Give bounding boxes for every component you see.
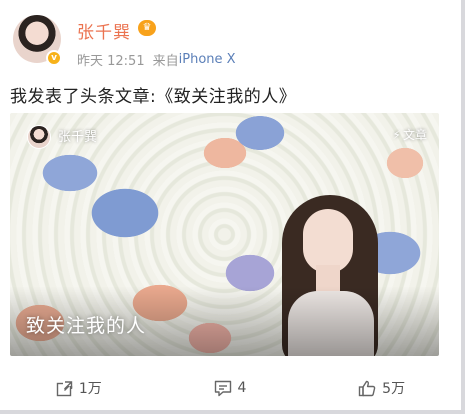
comment-count: 4 [237,380,247,396]
like-count: 5万 [382,381,406,397]
post-meta: 昨天 12:51 来自 iPhone X [77,50,236,69]
action-bar: 1万 4 5万 [0,376,461,400]
verified-badge-icon: v [46,50,62,66]
card-author-name: 张千巽 [58,130,98,145]
window-frame-right [461,0,465,414]
repost-button[interactable]: 1万 [56,378,102,398]
vip-crown-icon[interactable]: ♛ [138,20,156,36]
card-title: 致关注我的人 [26,315,147,337]
comment-button[interactable]: 4 [214,380,247,397]
comment-icon [214,380,231,396]
card-type-label: 文章 [402,128,427,142]
card-type-tag: ⚡ 文章 [393,126,427,143]
lightning-icon: ⚡ [392,127,401,142]
card-image-face [303,209,353,273]
source-label: 来自 [152,54,179,69]
thumbs-up-icon [358,380,376,396]
post-text: 我发表了头条文章:《致关注我的人》 [10,87,297,107]
repost-icon [56,380,73,396]
like-button[interactable]: 5万 [358,378,405,398]
source-device-link[interactable]: iPhone X [179,52,236,67]
repost-count: 1万 [78,381,102,397]
card-author-avatar [27,125,51,149]
article-card[interactable]: 张千巽 ⚡ 文章 致关注我的人 [10,113,439,356]
user-name[interactable]: 张千巽 [77,18,131,43]
post-timestamp: 昨天 12:51 [77,54,145,69]
window-frame-bottom [0,410,465,414]
